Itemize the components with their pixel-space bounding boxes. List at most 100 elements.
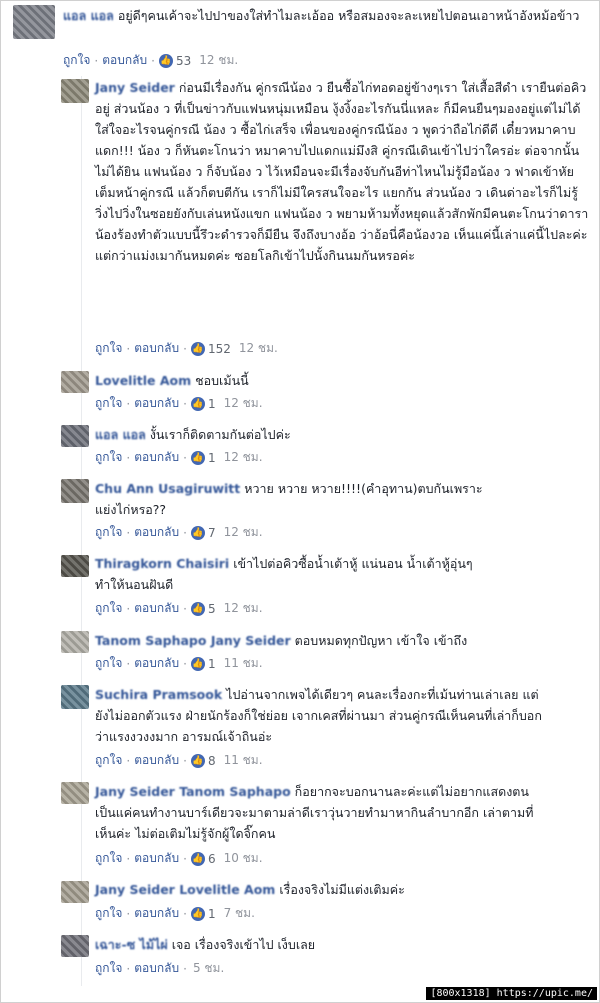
timestamp[interactable]: 7 ชม. [224, 904, 255, 923]
comment-actions: ถูกใจ · ตอบกลับ · 👍 6 10 ชม. [95, 849, 263, 868]
comment-author[interactable]: แอล แอล [95, 427, 146, 442]
comment-author[interactable]: Chu Ann Usagiruwitt [95, 481, 240, 496]
reaction-count[interactable]: 👍 1 [190, 906, 216, 921]
watermark: [800x1318] https://upic.me/ [426, 987, 597, 1000]
timestamp[interactable]: 10 ชม. [224, 849, 263, 868]
timestamp[interactable]: 11 ชม. [224, 654, 263, 673]
comment-thread: แอล แอล อยู่ดีๆคนเค้าจะไปปาของใส่ทำไมละเอ… [0, 0, 600, 1003]
timestamp[interactable]: 11 ชม. [224, 751, 263, 770]
reply-button[interactable]: ตอบกลับ [134, 448, 179, 467]
reply-button[interactable]: ตอบกลับ [134, 849, 179, 868]
like-icon: 👍 [190, 396, 205, 411]
comment-text: อยู่ดีๆคนเค้าจะไปปาของใส่ทำไมละเอ้ออ หรื… [117, 8, 580, 23]
reply-button[interactable]: ตอบกลับ [134, 751, 179, 770]
avatar[interactable] [61, 685, 89, 709]
reaction-count[interactable]: 👍 1 [190, 396, 216, 411]
comment-body: แอล แอล งั้นเราก็ติดตามกันต่อไปค่ะ [95, 424, 591, 445]
comment-actions: ถูกใจ · ตอบกลับ · 👍 53 12 ชม. [63, 51, 238, 70]
reaction-count[interactable]: 👍 7 [190, 525, 216, 540]
reaction-count[interactable]: 👍 6 [190, 851, 216, 866]
comment-text: งั้นเราก็ติดตามกันต่อไปค่ะ [149, 427, 291, 442]
like-button[interactable]: ถูกใจ [95, 959, 122, 978]
reaction-count[interactable]: 👍 8 [190, 753, 216, 768]
reply-button[interactable]: ตอบกลับ [134, 394, 179, 413]
reply-button[interactable]: ตอบกลับ [134, 339, 179, 358]
comment-text: ชอบเม้นนี้ [195, 373, 249, 388]
timestamp[interactable]: 5 ชม. [193, 959, 224, 978]
like-button[interactable]: ถูกใจ [95, 849, 122, 868]
comment-actions: ถูกใจ · ตอบกลับ · 5 ชม. [95, 959, 224, 978]
comment-body: เฉาะ-ซ ไม้ไผ่ เจอ เรื่องจริงเข้าไป เง็บเล… [95, 934, 591, 955]
reply-button[interactable]: ตอบกลับ [134, 599, 179, 618]
reply-button[interactable]: ตอบกลับ [134, 523, 179, 542]
timestamp[interactable]: 12 ชม. [224, 394, 263, 413]
comment-actions: ถูกใจ · ตอบกลับ · 👍 5 12 ชม. [95, 599, 263, 618]
reaction-count[interactable]: 👍 5 [190, 601, 216, 616]
like-icon: 👍 [190, 656, 205, 671]
like-button[interactable]: ถูกใจ [95, 904, 122, 923]
avatar[interactable] [61, 425, 89, 447]
timestamp[interactable]: 12 ชม. [239, 339, 278, 358]
like-icon: 👍 [190, 601, 205, 616]
comment-author[interactable]: Jany Seider [95, 80, 175, 95]
like-button[interactable]: ถูกใจ [95, 654, 122, 673]
comment-author[interactable]: Jany Seider Tanom Saphapo [95, 784, 291, 799]
comment-body: Chu Ann Usagiruwitt หวาย หวาย หวาย!!!!(คำ… [95, 478, 495, 520]
comment-text: ก่อนมีเรื่องกัน คู่กรณีน้อง ว ยืนซื้อไก่… [95, 80, 589, 263]
reply-button[interactable]: ตอบกลับ [134, 904, 179, 923]
comment-actions: ถูกใจ · ตอบกลับ · 👍 8 11 ชม. [95, 751, 263, 770]
comment-body: แอล แอล อยู่ดีๆคนเค้าจะไปปาของใส่ทำไมละเอ… [63, 5, 591, 26]
comment-body: Tanom Saphapo Jany Seider ตอบหมดทุกปัญหา … [95, 630, 591, 651]
comment-author[interactable]: เฉาะ-ซ ไม้ไผ่ [95, 937, 168, 952]
reply-button[interactable]: ตอบกลับ [102, 51, 147, 70]
timestamp[interactable]: 12 ชม. [224, 599, 263, 618]
like-button[interactable]: ถูกใจ [63, 51, 90, 70]
reaction-count[interactable]: 👍 1 [190, 656, 216, 671]
comment-author[interactable]: Suchira Pramsook [95, 687, 222, 702]
avatar[interactable] [61, 935, 89, 957]
comment-author[interactable]: Tanom Saphapo Jany Seider [95, 633, 291, 648]
reaction-count[interactable]: 👍 152 [190, 341, 231, 356]
like-button[interactable]: ถูกใจ [95, 523, 122, 542]
comment-text: เจอ เรื่องจริงเข้าไป เง็บเลย [171, 937, 316, 952]
timestamp[interactable]: 12 ชม. [199, 51, 238, 70]
reaction-count[interactable]: 👍 53 [158, 53, 191, 68]
avatar[interactable] [61, 479, 89, 503]
comment-author[interactable]: Lovelitle Aom [95, 373, 191, 388]
timestamp[interactable]: 12 ชม. [224, 523, 263, 542]
like-icon: 👍 [190, 450, 205, 465]
like-button[interactable]: ถูกใจ [95, 394, 122, 413]
like-icon: 👍 [190, 851, 205, 866]
reply-button[interactable]: ตอบกลับ [134, 959, 179, 978]
comment-author[interactable]: Thiragkorn Chaisiri [95, 556, 229, 571]
like-icon: 👍 [190, 906, 205, 921]
like-button[interactable]: ถูกใจ [95, 448, 122, 467]
avatar[interactable] [61, 631, 89, 653]
comment-actions: ถูกใจ · ตอบกลับ · 👍 1 12 ชม. [95, 394, 263, 413]
like-button[interactable]: ถูกใจ [95, 339, 122, 358]
avatar[interactable] [61, 881, 89, 903]
comment-body: Thiragkorn Chaisiri เข้าไปต่อคิวซื้อน้ำเต… [95, 553, 505, 595]
like-button[interactable]: ถูกใจ [95, 751, 122, 770]
like-icon: 👍 [190, 525, 205, 540]
reply-button[interactable]: ตอบกลับ [134, 654, 179, 673]
reaction-count[interactable]: 👍 1 [190, 450, 216, 465]
comment-text: เรื่องจริงไม่มีแต่งเติมค่ะ [279, 882, 405, 897]
comment-body: Jany Seider ก่อนมีเรื่องกัน คู่กรณีน้อง ว… [95, 77, 591, 266]
avatar[interactable] [61, 555, 89, 577]
comment-body: Lovelitle Aom ชอบเม้นนี้ [95, 370, 591, 391]
comment-author[interactable]: แอล แอล [63, 8, 114, 23]
comment-actions: ถูกใจ · ตอบกลับ · 👍 1 11 ชม. [95, 654, 263, 673]
avatar[interactable] [61, 79, 89, 103]
comment-author[interactable]: Jany Seider Lovelitle Aom [95, 882, 275, 897]
like-icon: 👍 [158, 53, 173, 68]
like-icon: 👍 [190, 753, 205, 768]
comment-body: Suchira Pramsook ไปอ่านจากเพจได้เดียวๆ คน… [95, 684, 545, 747]
like-button[interactable]: ถูกใจ [95, 599, 122, 618]
timestamp[interactable]: 12 ชม. [224, 448, 263, 467]
comment-text: ตอบหมดทุกปัญหา เข้าใจ เข้าถึง [294, 633, 468, 648]
avatar[interactable] [13, 5, 55, 39]
avatar[interactable] [61, 371, 89, 393]
reply-thread-line [81, 76, 82, 986]
avatar[interactable] [61, 782, 89, 804]
